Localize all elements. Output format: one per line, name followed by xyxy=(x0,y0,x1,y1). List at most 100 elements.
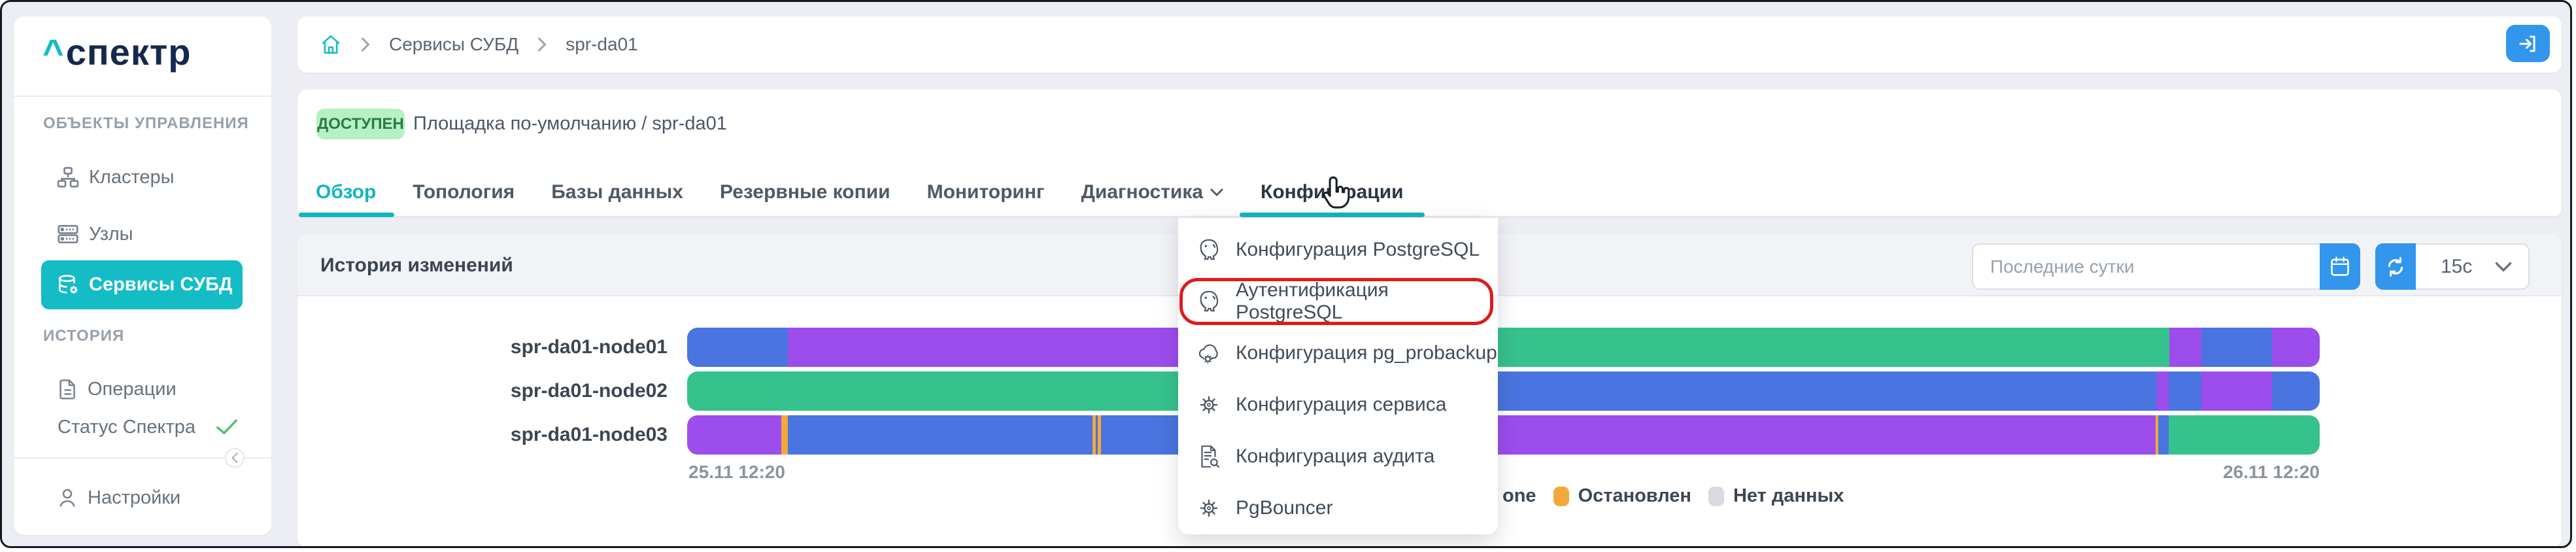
timeline-row-bar xyxy=(687,415,2320,455)
calendar-button[interactable] xyxy=(2320,243,2360,290)
time-range-input[interactable] xyxy=(1972,243,2320,290)
tab-databases[interactable]: Базы данных xyxy=(551,169,683,216)
tab-diagnostics[interactable]: Диагностика xyxy=(1081,169,1224,216)
sidebar-item-label: Статус Спектра xyxy=(58,416,196,438)
panel-title: История изменений xyxy=(320,254,513,276)
sidebar-item-label: Операции xyxy=(88,378,177,400)
refresh-interval-value: 15с xyxy=(2441,255,2473,277)
timeline-segment-green xyxy=(2169,415,2320,455)
timeline-segment-blue xyxy=(2272,371,2320,411)
sidebar-item-label: Сервисы СУБД xyxy=(89,274,233,295)
timeline-row-label: spr-da01-node03 xyxy=(510,424,668,445)
axis-start-label: 25.11 12:20 xyxy=(688,462,785,482)
logout-button[interactable] xyxy=(2506,25,2550,62)
gear-icon xyxy=(1200,499,1218,517)
timeline-segment-blue xyxy=(2158,415,2169,455)
tab-overview[interactable]: Обзор xyxy=(299,169,395,217)
calendar-icon xyxy=(2331,256,2349,276)
doc-search-icon xyxy=(1201,445,1219,468)
breadcrumb: Сервисы СУБД spr-da01 xyxy=(320,16,638,73)
sidebar: ^спектр ОБЪЕКТЫ УПРАВЛЕНИЯ Кластеры Узлы xyxy=(14,16,271,535)
menu-item-postgresql-config[interactable]: Конфигурация PostgreSQL xyxy=(1178,224,1498,275)
timeline-row-label: spr-da01-node01 xyxy=(510,336,668,358)
operations-icon xyxy=(59,379,75,400)
legend-swatch-gray xyxy=(1708,486,1724,506)
timeline-segment-blue xyxy=(2169,371,2201,411)
timeline-segment-purple xyxy=(2272,328,2320,367)
sidebar-collapse-button[interactable] xyxy=(225,448,245,468)
timeline-segment-blue xyxy=(687,328,788,367)
timeline-segment-purple xyxy=(2201,371,2272,411)
status-badge: ДОСТУПЕН xyxy=(316,109,405,139)
chevron-down-icon xyxy=(2495,262,2512,272)
tab-bar: Обзор Топология Базы данных Резервные ко… xyxy=(297,169,2562,217)
timeline-row-bar xyxy=(687,328,2320,367)
tab-topology[interactable]: Топология xyxy=(413,169,515,216)
menu-item-postgresql-auth[interactable]: Аутентификация PostgreSQL xyxy=(1178,275,1498,327)
legend-item-no-data: Нет данных xyxy=(1708,485,1844,507)
home-icon[interactable] xyxy=(320,33,342,56)
timeline-row-bar xyxy=(687,371,2320,411)
legend-item-stopped: Остановлен xyxy=(1553,485,1691,507)
tab-backups[interactable]: Резервные копии xyxy=(720,169,890,216)
sidebar-item-nodes[interactable]: Узлы xyxy=(41,216,257,252)
sidebar-section-objects: ОБЪЕКТЫ УПРАВЛЕНИЯ xyxy=(43,114,249,132)
chevron-left-icon xyxy=(231,453,238,463)
sidebar-item-label: Кластеры xyxy=(89,166,175,188)
login-arrow-icon xyxy=(2518,35,2535,52)
postgresql-icon xyxy=(1200,239,1219,260)
legend-item-partial: one xyxy=(1502,485,1536,506)
menu-item-service-config[interactable]: Конфигурация сервиса xyxy=(1178,379,1498,430)
gear-icon xyxy=(1200,396,1218,413)
refresh-interval-select[interactable]: 15с xyxy=(2416,243,2530,290)
hovered-tab-underline xyxy=(1240,213,1425,217)
clusters-icon xyxy=(57,167,79,188)
refresh-button[interactable] xyxy=(2375,243,2416,290)
configurations-dropdown-menu: Конфигурация PostgreSQL Аутентификация P… xyxy=(1178,218,1498,534)
axis-end-label: 26.11 12:20 xyxy=(2223,462,2320,482)
db-services-icon xyxy=(58,274,78,294)
chart-legend: one Остановлен Нет данных xyxy=(1502,485,1844,507)
menu-item-audit-config[interactable]: Конфигурация аудита xyxy=(1178,430,1498,482)
logo-text: спектр xyxy=(65,31,192,73)
chevron-right-icon xyxy=(362,37,370,52)
refresh-icon xyxy=(2388,256,2403,277)
timeline-segment-purple xyxy=(2169,328,2201,367)
sidebar-item-settings[interactable]: Настройки xyxy=(41,479,257,516)
breadcrumb-bar: Сервисы СУБД spr-da01 xyxy=(297,16,2562,73)
sidebar-item-clusters[interactable]: Кластеры xyxy=(41,159,257,196)
tab-monitoring[interactable]: Мониторинг xyxy=(927,169,1045,216)
timeline-row-label: spr-da01-node02 xyxy=(510,380,668,402)
timeline-segment-blue xyxy=(2201,328,2272,367)
sidebar-item-operations[interactable]: Операции xyxy=(41,371,257,407)
timeline-segment-purple xyxy=(687,415,781,455)
sidebar-item-label: Узлы xyxy=(89,223,133,245)
menu-item-pgbouncer[interactable]: PgBouncer xyxy=(1178,482,1498,534)
sidebar-item-label: Настройки xyxy=(88,487,181,508)
legend-swatch-orange xyxy=(1553,486,1569,506)
logo-caret-icon: ^ xyxy=(42,31,65,73)
menu-item-pg-probackup-config[interactable]: Конфигурация pg_probackup xyxy=(1178,327,1498,379)
active-tab-underline xyxy=(299,213,395,217)
app-window: ^спектр ОБЪЕКТЫ УПРАВЛЕНИЯ Кластеры Узлы xyxy=(0,0,2572,548)
service-header-card: ДОСТУПЕН Площадка по-умолчанию / spr-da0… xyxy=(297,90,2562,217)
check-icon xyxy=(216,419,237,434)
sidebar-item-spektr-status[interactable]: Статус Спектра xyxy=(41,409,257,445)
divider xyxy=(14,95,271,97)
cloud-gear-icon xyxy=(1198,344,1218,364)
user-settings-icon xyxy=(59,489,75,507)
breadcrumb-db-services[interactable]: Сервисы СУБД xyxy=(389,34,518,55)
page-title: Площадка по-умолчанию / spr-da01 xyxy=(413,113,727,134)
app-logo: ^спектр xyxy=(42,31,191,73)
timeline-segment-purple xyxy=(2157,371,2169,411)
sidebar-section-history: ИСТОРИЯ xyxy=(43,327,125,345)
nodes-icon xyxy=(58,224,78,244)
chevron-right-icon xyxy=(538,37,547,52)
sidebar-item-db-services[interactable]: Сервисы СУБД xyxy=(41,260,243,309)
postgresql-icon xyxy=(1200,290,1219,311)
timeline-segment-blue xyxy=(788,415,1093,455)
hand-cursor-icon xyxy=(1323,176,1350,209)
timeline-segment-orange xyxy=(781,415,788,455)
breadcrumb-current: spr-da01 xyxy=(566,34,638,54)
chevron-down-icon xyxy=(1210,188,1223,197)
